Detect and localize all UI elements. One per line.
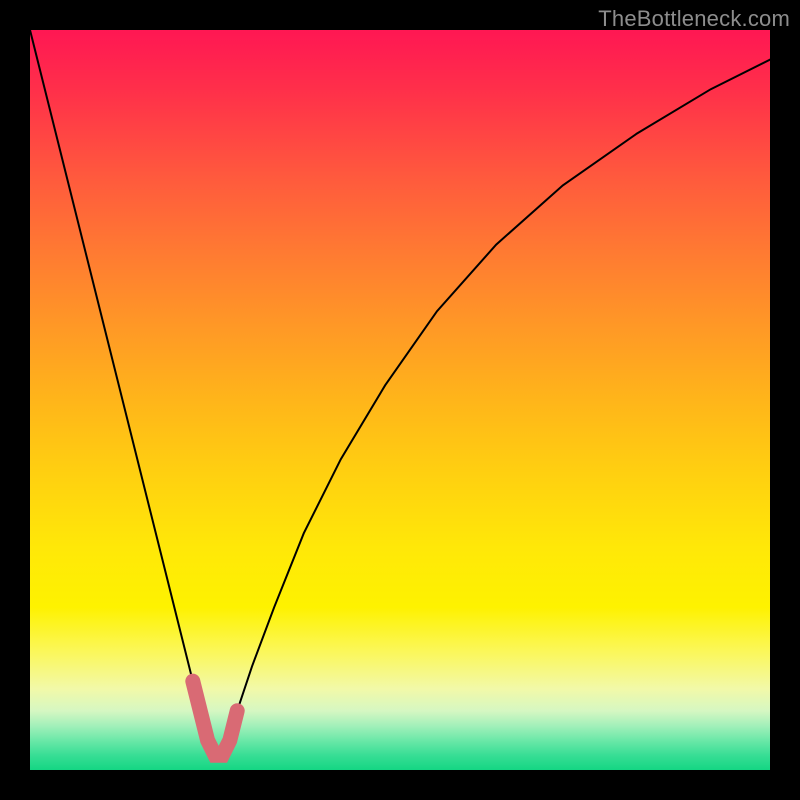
- watermark-text: TheBottleneck.com: [598, 6, 790, 32]
- bottleneck-curve-path: [30, 30, 770, 755]
- plot-area: [30, 30, 770, 770]
- chart-frame: TheBottleneck.com: [0, 0, 800, 800]
- curve-layer: [30, 30, 770, 770]
- optimal-range-highlight: [193, 681, 237, 755]
